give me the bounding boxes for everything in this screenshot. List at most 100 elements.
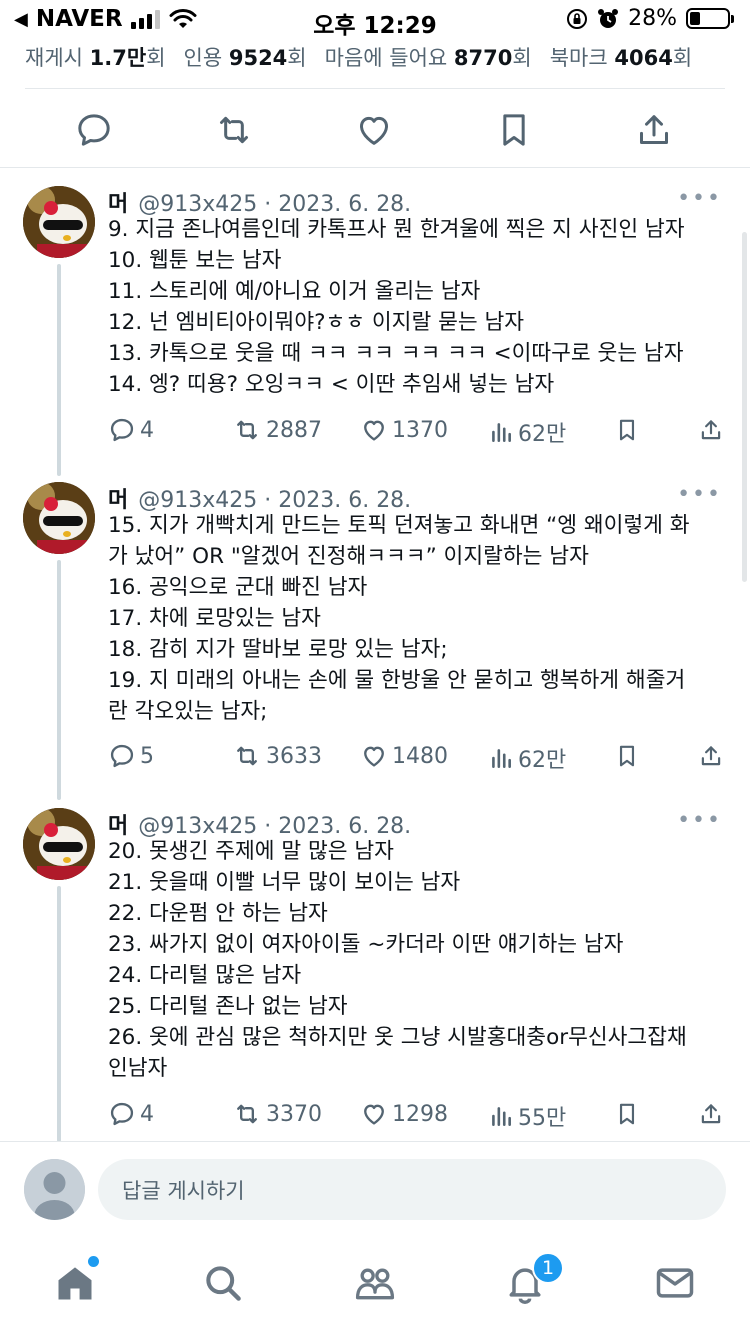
repost-button[interactable]: 2887 (232, 416, 322, 444)
stat-bookmarks[interactable]: 북마크 4064회 (550, 42, 692, 72)
home-icon (58, 1267, 92, 1300)
avatar[interactable] (23, 808, 95, 880)
bookmark-button[interactable] (492, 108, 536, 152)
like-count: 1370 (392, 417, 448, 443)
like-button[interactable]: 1370 (360, 416, 448, 444)
reply-icon (110, 418, 134, 442)
tweet-line: 가 났어” OR "알겠어 진정해ㅋㅋㅋ” 이지랄하는 남자 (108, 544, 589, 569)
reply-count: 4 (140, 1101, 154, 1127)
share-icon (701, 420, 721, 440)
more-options-icon[interactable]: ••• (677, 482, 722, 507)
tweet-line: 란 각오있는 남자; (108, 699, 268, 724)
views-button[interactable]: 62만 (488, 742, 566, 774)
repost-icon (220, 116, 248, 144)
rotation-lock-icon (567, 8, 588, 29)
tweet-actions: 5 3633 1480 62만 (108, 742, 728, 776)
like-count: 1298 (392, 1101, 448, 1127)
tweet-actions: 4 2887 1370 62만 (108, 416, 728, 450)
bottom-nav: 1 (0, 1240, 750, 1334)
share-button[interactable] (632, 108, 676, 152)
views-button[interactable]: 62만 (488, 416, 566, 448)
share-button[interactable] (698, 742, 724, 770)
bookmark-button[interactable] (614, 742, 640, 770)
avatar[interactable] (23, 186, 95, 258)
share-icon (640, 115, 668, 144)
more-options-icon[interactable]: ••• (677, 808, 722, 833)
divider (25, 88, 725, 89)
reply-button[interactable]: 4 (108, 1100, 154, 1128)
scrollbar[interactable] (742, 232, 747, 582)
share-button[interactable] (698, 416, 724, 444)
repost-count: 2887 (266, 417, 322, 443)
divider (0, 1141, 750, 1142)
share-button[interactable] (698, 1100, 724, 1128)
heart-icon (364, 1104, 384, 1125)
like-button[interactable] (352, 108, 396, 152)
tweet-line: 22. 다운펌 안 하는 남자 (108, 901, 328, 926)
tweet-line: 25. 다리털 존나 없는 남자 (108, 994, 348, 1019)
bookmark-icon (619, 1103, 635, 1125)
reply-icon (78, 114, 110, 146)
bookmark-icon (619, 745, 635, 767)
tweet-stats: 재게시 1.7만회 인용 9524회 마음에 들어요 8770회 북마크 406… (25, 42, 692, 72)
tweet-line: 20. 못생긴 주제에 말 많은 남자 (108, 839, 394, 864)
views-icon (492, 749, 511, 768)
repost-button[interactable]: 3370 (232, 1100, 322, 1128)
view-count: 55만 (518, 1106, 567, 1131)
tweet-line: 17. 차에 로망있는 남자 (108, 606, 321, 631)
tweet-actions: 4 3370 1298 55만 (108, 1100, 728, 1134)
bookmark-icon (619, 419, 635, 441)
nav-messages[interactable] (650, 1258, 700, 1308)
tweet-text: 20. 못생긴 주제에 말 많은 남자 21. 웃을때 이빨 너무 많이 보이는… (108, 836, 728, 1084)
reply-button[interactable]: 5 (108, 742, 154, 770)
tweet-line: 24. 다리털 많은 남자 (108, 963, 302, 988)
divider (0, 167, 750, 168)
repost-count: 3370 (266, 1101, 322, 1127)
nav-search[interactable] (198, 1258, 248, 1308)
like-button[interactable]: 1298 (360, 1100, 448, 1128)
thread-line (57, 264, 61, 476)
tweet-line: 10. 웹툰 보는 남자 (108, 248, 282, 273)
tweet-line: 인남자 (108, 1056, 168, 1081)
repost-button[interactable]: 3633 (232, 742, 322, 770)
nav-notifications[interactable]: 1 (500, 1252, 564, 1308)
reply-input[interactable]: 답글 게시하기 (98, 1159, 726, 1220)
nav-home[interactable] (50, 1256, 100, 1308)
tweet-line: 13. 카톡으로 웃을 때 ㅋㅋ ㅋㅋ ㅋㅋ ㅋㅋ <이따구로 웃는 남자 (108, 341, 684, 366)
more-options-icon[interactable]: ••• (677, 186, 722, 211)
stat-likes[interactable]: 마음에 들어요 8770회 (325, 42, 532, 72)
communities-icon (355, 1268, 395, 1300)
repost-icon (237, 420, 257, 440)
bookmark-button[interactable] (614, 416, 640, 444)
tweet-line: 15. 지가 개빡치게 만드는 토픽 던져놓고 화내면 “엥 왜이렇게 화 (108, 513, 690, 538)
notification-badge: 1 (532, 1252, 564, 1284)
heart-icon (364, 420, 384, 441)
status-bar: ◀ NAVER 오후 12:29 28% (0, 0, 750, 40)
view-count: 62만 (518, 422, 567, 447)
views-button[interactable]: 55만 (488, 1100, 566, 1132)
tweet-line: 11. 스토리에 예/아니요 이거 올리는 남자 (108, 279, 481, 304)
reply-count: 4 (140, 417, 154, 443)
repost-icon (237, 746, 257, 766)
bookmark-button[interactable] (614, 1100, 640, 1128)
nav-communities[interactable] (350, 1258, 400, 1308)
avatar[interactable] (23, 482, 95, 554)
tweet-line: 16. 공익으로 군대 빠진 남자 (108, 575, 368, 600)
tweet-text: 9. 지금 존나여름인데 카톡프사 뭔 한겨울에 찍은 지 사진인 남자 10.… (108, 214, 728, 400)
tweet-line: 18. 감히 지가 딸바보 로망 있는 남자; (108, 637, 448, 662)
tweet-line: 12. 넌 엠비티아이뭐야?ㅎㅎ 이지랄 묻는 남자 (108, 310, 525, 335)
reply-button[interactable]: 4 (108, 416, 154, 444)
stat-reposts[interactable]: 재게시 1.7만회 (25, 42, 166, 72)
reply-button[interactable] (72, 108, 116, 152)
tweet-line: 19. 지 미래의 아내는 손에 물 한방울 안 묻히고 행복하게 해줄거 (108, 668, 686, 693)
repost-icon (237, 1104, 257, 1124)
stat-quotes[interactable]: 인용 9524회 (184, 42, 307, 72)
thread-line (57, 560, 61, 800)
my-avatar[interactable] (24, 1159, 85, 1220)
heart-icon (364, 746, 384, 767)
battery-percent: 28% (628, 6, 677, 31)
search-icon (206, 1266, 241, 1301)
repost-button[interactable] (212, 108, 256, 152)
repost-count: 3633 (266, 743, 322, 769)
like-button[interactable]: 1480 (360, 742, 448, 770)
